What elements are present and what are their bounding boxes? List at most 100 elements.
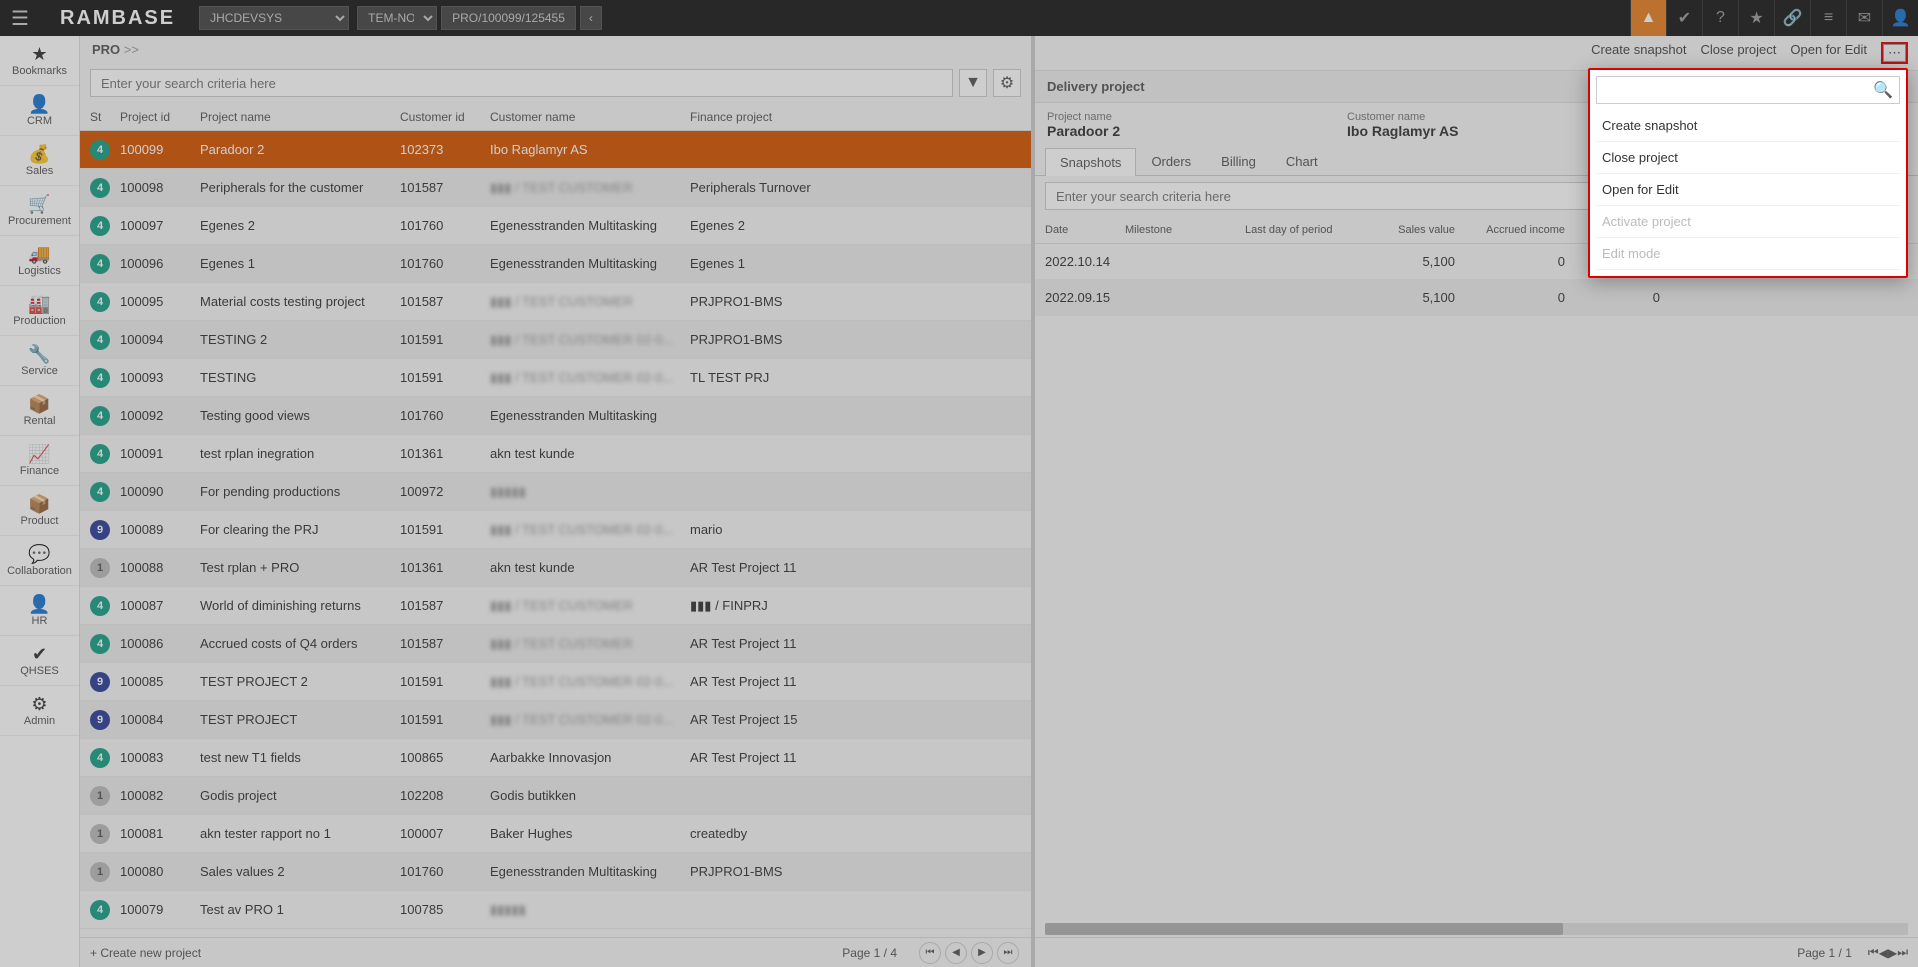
system-selector[interactable]: JHCDEVSYS [199,6,349,30]
table-row[interactable]: 1 100081 akn tester rapport no 1 100007 … [80,815,1031,853]
cell-project-id: 100086 [120,636,200,651]
sidebar-item-production[interactable]: 🏭Production [0,286,79,336]
menu-toggle-icon[interactable]: ☰ [0,6,40,31]
table-row[interactable]: 1 100082 Godis project 102208 Godis buti… [80,777,1031,815]
sidebar-item-label: HR [32,615,48,627]
detail-page-last-icon[interactable]: ⏭ [1897,945,1908,960]
filter-icon[interactable]: ▼ [959,69,987,97]
page-last-icon[interactable]: ⏭ [997,942,1019,964]
status-badge: 4 [90,330,110,350]
cell-customer-id: 101587 [400,294,490,309]
column-header[interactable]: St [90,110,120,124]
action-open-for-edit[interactable]: Open for Edit [1790,42,1867,64]
user-icon[interactable]: 👤 [1882,0,1918,36]
detail-page-first-icon[interactable]: ⏮ [1868,945,1879,960]
action-create-snapshot[interactable]: Create snapshot [1591,42,1686,64]
nav-back-icon[interactable]: ‹ [580,6,602,30]
table-row[interactable]: 1 100088 Test rplan + PRO 101361 akn tes… [80,549,1031,587]
mail-icon[interactable]: ✉ [1846,0,1882,36]
sidebar-item-qhses[interactable]: ✔QHSES [0,636,79,686]
dropdown-search-input[interactable] [1603,83,1873,98]
sidebar-item-rental[interactable]: 📦Rental [0,386,79,436]
table-row[interactable]: 1 100080 Sales values 2 101760 Egenesstr… [80,853,1031,891]
sidebar-item-procurement[interactable]: 🛒Procurement [0,186,79,236]
cell-project-name: TESTING 2 [200,332,400,347]
locale-selector[interactable]: TEM-NO [357,6,437,30]
detail-column-header[interactable]: Sales value [1365,224,1455,236]
detail-table-row[interactable]: 2022.09.15 5,100 0 0 [1035,280,1918,316]
detail-page-prev-icon[interactable]: ◀ [1879,946,1888,960]
detail-column-header[interactable]: Last day of period [1245,224,1365,236]
create-project-button[interactable]: + Create new project [90,946,201,960]
crm-icon: 👤 [28,94,50,115]
column-header[interactable]: Customer name [490,110,690,124]
sidebar-item-collaboration[interactable]: 💬Collaboration [0,536,79,586]
alert-icon[interactable]: ▲ [1630,0,1666,36]
table-row[interactable]: 9 100089 For clearing the PRJ 101591 ▮▮▮… [80,511,1031,549]
cell-project-name: Material costs testing project [200,294,400,309]
page-first-icon[interactable]: ⏮ [919,942,941,964]
cell-accrued-income: 0 [1455,254,1565,269]
sidebar-item-logistics[interactable]: 🚚Logistics [0,236,79,286]
table-row[interactable]: 4 100091 test rplan inegration 101361 ak… [80,435,1031,473]
help-icon[interactable]: ? [1702,0,1738,36]
path-box[interactable]: PRO/100099/125455 [441,6,576,30]
column-header[interactable]: Project name [200,110,400,124]
table-row[interactable]: 4 100099 Paradoor 2 102373 Ibo Raglamyr … [80,131,1031,169]
action-close-project[interactable]: Close project [1701,42,1777,64]
cell-finance-project: PRJPRO1-BMS [690,332,890,347]
tab-chart[interactable]: Chart [1271,147,1333,175]
search-input[interactable] [90,69,953,97]
dropdown-item-create-snapshot[interactable]: Create snapshot [1596,110,1900,142]
status-badge: 4 [90,368,110,388]
list-icon[interactable]: ≡ [1810,0,1846,36]
dropdown-item-open-for-edit[interactable]: Open for Edit [1596,174,1900,206]
procurement-icon: 🛒 [28,194,50,215]
column-header[interactable]: Finance project [690,110,890,124]
table-row[interactable]: 4 100095 Material costs testing project … [80,283,1031,321]
page-next-icon[interactable]: ▶ [971,942,993,964]
detail-page-next-icon[interactable]: ▶ [1888,946,1897,960]
table-row[interactable]: 4 100090 For pending productions 100972 … [80,473,1031,511]
sidebar-item-crm[interactable]: 👤CRM [0,86,79,136]
cell-customer-id: 101591 [400,712,490,727]
sidebar-item-hr[interactable]: 👤HR [0,586,79,636]
link-icon[interactable]: 🔗 [1774,0,1810,36]
dropdown-item-close-project[interactable]: Close project [1596,142,1900,174]
sidebar-item-admin[interactable]: ⚙Admin [0,686,79,736]
table-row[interactable]: 9 100085 TEST PROJECT 2 101591 ▮▮▮ / TES… [80,663,1031,701]
column-header[interactable]: Project id [120,110,200,124]
sidebar-item-sales[interactable]: 💰Sales [0,136,79,186]
star-icon[interactable]: ★ [1738,0,1774,36]
table-row[interactable]: 9 100084 TEST PROJECT 101591 ▮▮▮ / TEST … [80,701,1031,739]
tab-billing[interactable]: Billing [1206,147,1271,175]
table-row[interactable]: 4 100079 Test av PRO 1 100785 ▮▮▮▮▮ [80,891,1031,929]
search-icon[interactable]: 🔍 [1873,80,1893,100]
table-row[interactable]: 4 100092 Testing good views 101760 Egene… [80,397,1031,435]
check-icon[interactable]: ✔ [1666,0,1702,36]
sidebar-item-bookmarks[interactable]: ★Bookmarks [0,36,79,86]
column-header[interactable]: Customer id [400,110,490,124]
cell-project-id: 100099 [120,142,200,157]
table-row[interactable]: 4 100094 TESTING 2 101591 ▮▮▮ / TEST CUS… [80,321,1031,359]
detail-column-header[interactable]: Date [1045,224,1125,236]
sidebar-item-finance[interactable]: 📈Finance [0,436,79,486]
settings-icon[interactable]: ⚙ [993,69,1021,97]
sidebar-item-service[interactable]: 🔧Service [0,336,79,386]
horizontal-scrollbar[interactable] [1045,923,1908,935]
more-actions-button[interactable]: ⋯ [1883,44,1906,62]
sidebar-item-product[interactable]: 📦Product [0,486,79,536]
table-row[interactable]: 4 100096 Egenes 1 101760 Egenesstranden … [80,245,1031,283]
table-row[interactable]: 4 100086 Accrued costs of Q4 orders 1015… [80,625,1031,663]
table-row[interactable]: 4 100087 World of diminishing returns 10… [80,587,1031,625]
tab-snapshots[interactable]: Snapshots [1045,148,1136,176]
table-row[interactable]: 4 100083 test new T1 fields 100865 Aarba… [80,739,1031,777]
detail-column-header[interactable]: Accrued income [1455,224,1565,236]
page-prev-icon[interactable]: ◀ [945,942,967,964]
tab-orders[interactable]: Orders [1136,147,1206,175]
detail-column-header[interactable]: Milestone [1125,224,1245,236]
status-badge: 4 [90,254,110,274]
table-row[interactable]: 4 100093 TESTING 101591 ▮▮▮ / TEST CUSTO… [80,359,1031,397]
table-row[interactable]: 4 100097 Egenes 2 101760 Egenesstranden … [80,207,1031,245]
table-row[interactable]: 4 100098 Peripherals for the customer 10… [80,169,1031,207]
